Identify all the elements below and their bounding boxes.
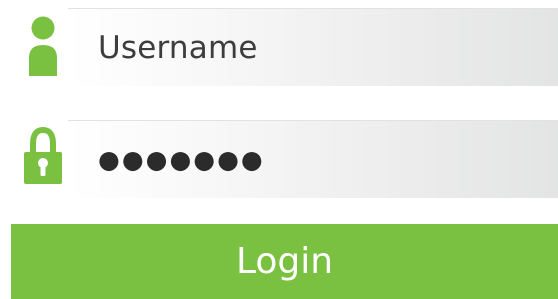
password-masked-value: ●●●●●●● — [98, 145, 265, 174]
username-field[interactable]: Username — [68, 8, 558, 86]
lock-icon — [20, 124, 70, 194]
user-icon — [20, 8, 70, 78]
login-button[interactable]: Login — [11, 224, 558, 299]
password-field[interactable]: ●●●●●●● — [68, 120, 558, 198]
username-placeholder: Username — [98, 30, 258, 66]
